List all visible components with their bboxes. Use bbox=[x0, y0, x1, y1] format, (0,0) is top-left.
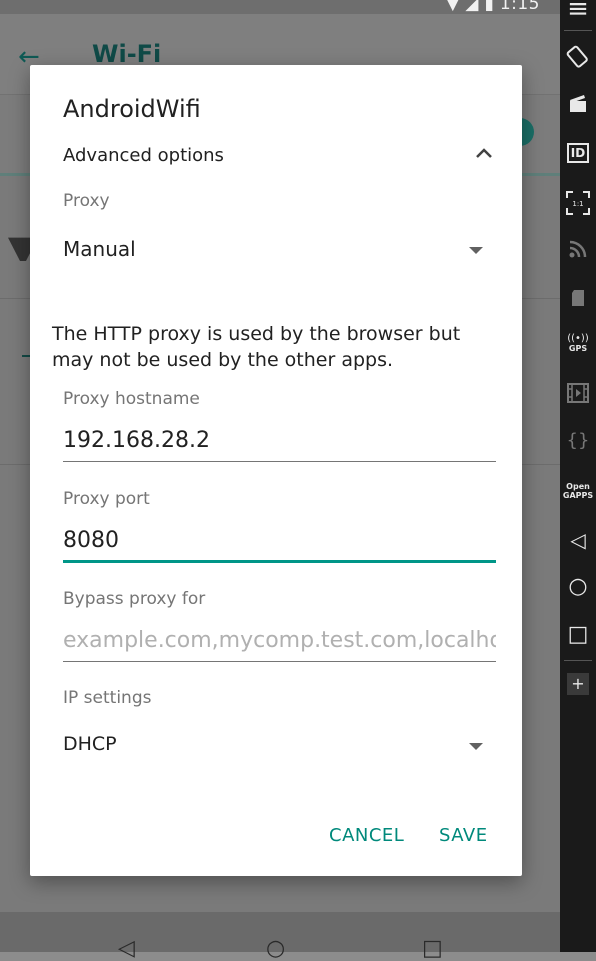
fullscreen-icon[interactable]: 1:1 bbox=[560, 190, 596, 220]
proxy-hostname-input[interactable] bbox=[63, 420, 496, 462]
toolbar-divider bbox=[564, 660, 592, 661]
rss-icon[interactable] bbox=[560, 238, 596, 264]
proxy-info-text: The HTTP proxy is used by the browser bu… bbox=[52, 323, 461, 371]
gps-label: GPS bbox=[568, 344, 588, 353]
emulator-toolbar: ≡ ID 1:1 ((•)) GPS {} Open GAPPS ◁ ○ □ + bbox=[560, 0, 596, 952]
dropdown-arrow-icon bbox=[469, 247, 483, 254]
home-icon[interactable]: ○ bbox=[560, 574, 596, 599]
sdcard-icon[interactable] bbox=[560, 288, 596, 312]
proxy-port-label: Proxy port bbox=[63, 489, 150, 509]
back-icon[interactable]: ◁ bbox=[560, 528, 596, 552]
scale-label: 1:1 bbox=[572, 200, 583, 208]
advanced-options-label[interactable]: Advanced options bbox=[63, 145, 224, 166]
status-icons: ▼ ◢ ▮ 1:15 bbox=[446, 0, 540, 14]
system-nav-bar: ◁ ○ □ bbox=[0, 912, 560, 961]
dropdown-arrow-icon bbox=[469, 743, 483, 750]
nav-recents-icon: □ bbox=[422, 936, 443, 961]
id-icon[interactable]: ID bbox=[560, 142, 596, 163]
cancel-button[interactable]: CANCEL bbox=[329, 825, 404, 846]
app-bar-title: Wi-Fi bbox=[92, 40, 162, 68]
proxy-label: Proxy bbox=[63, 191, 110, 211]
bypass-proxy-input[interactable] bbox=[63, 620, 496, 662]
save-button[interactable]: SAVE bbox=[439, 825, 488, 846]
plus-icon[interactable]: + bbox=[560, 673, 596, 695]
toolbar-divider bbox=[564, 30, 592, 31]
menu-icon[interactable]: ≡ bbox=[560, 0, 596, 24]
braces-icon[interactable]: {} bbox=[560, 430, 596, 451]
proxy-hostname-label: Proxy hostname bbox=[63, 389, 200, 409]
signal-icon: ◢ bbox=[465, 0, 479, 14]
battery-icon: ▮ bbox=[484, 0, 494, 14]
proxy-dropdown[interactable]: Manual bbox=[63, 231, 493, 271]
wifi-status-icon: ▼ bbox=[446, 0, 460, 14]
opengapps-icon[interactable]: Open GAPPS bbox=[560, 482, 596, 500]
film-icon[interactable] bbox=[560, 382, 596, 408]
nav-back-icon: ◁ bbox=[118, 936, 135, 961]
recents-icon[interactable]: □ bbox=[560, 622, 596, 647]
gps-icon[interactable]: ((•)) GPS bbox=[560, 334, 596, 354]
status-bar: ▼ ◢ ▮ 1:15 bbox=[0, 0, 560, 14]
status-time: 1:15 bbox=[499, 0, 540, 14]
chevron-up-icon[interactable] bbox=[474, 145, 494, 163]
bypass-proxy-label: Bypass proxy for bbox=[63, 589, 206, 609]
wifi-dialog: AndroidWifi Advanced options Proxy Manua… bbox=[30, 65, 522, 876]
ip-settings-label: IP settings bbox=[63, 688, 152, 708]
proxy-port-input[interactable] bbox=[63, 521, 496, 563]
dialog-title: AndroidWifi bbox=[63, 95, 201, 123]
ip-settings-dropdown[interactable]: DHCP bbox=[63, 727, 493, 767]
id-label: ID bbox=[566, 143, 590, 163]
proxy-value: Manual bbox=[63, 237, 136, 261]
clapper-icon[interactable] bbox=[560, 92, 596, 118]
rotate-icon[interactable] bbox=[560, 44, 596, 72]
nav-home-icon: ○ bbox=[266, 936, 286, 961]
ip-settings-value: DHCP bbox=[63, 733, 117, 755]
